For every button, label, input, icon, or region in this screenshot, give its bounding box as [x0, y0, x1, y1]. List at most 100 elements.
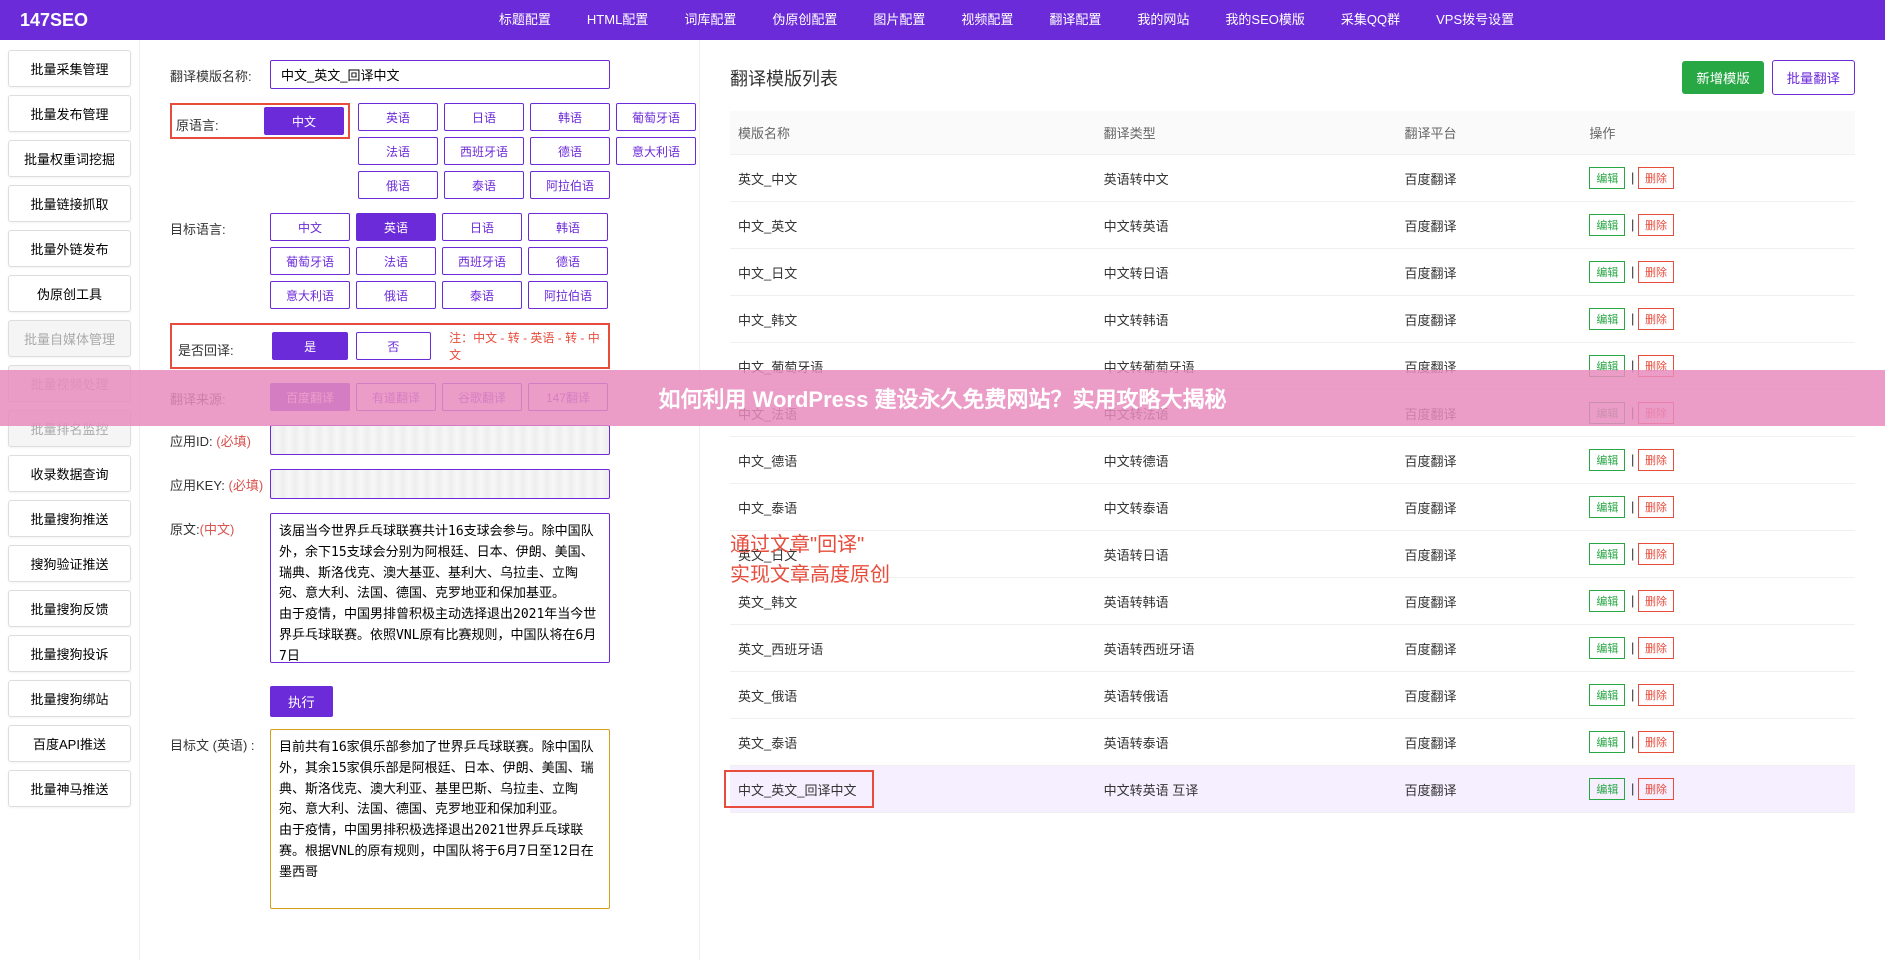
delete-button[interactable]: 删除 — [1638, 355, 1674, 377]
table-row: 中文_法语中文转法语百度翻译编辑 | 删除 — [730, 390, 1855, 437]
topnav-item[interactable]: 图片配置 — [855, 0, 943, 40]
target-lang-option[interactable]: 日语 — [442, 213, 522, 241]
template-table: 模版名称翻译类型翻译平台操作 英文_中文英语转中文百度翻译编辑 | 删除中文_英… — [730, 111, 1855, 813]
app-id-input[interactable] — [270, 425, 610, 455]
target-lang-option[interactable]: 法语 — [356, 247, 436, 275]
edit-button[interactable]: 编辑 — [1589, 214, 1625, 236]
topnav-item[interactable]: HTML配置 — [569, 0, 666, 40]
edit-button[interactable]: 编辑 — [1589, 308, 1625, 330]
edit-button[interactable]: 编辑 — [1589, 684, 1625, 706]
delete-button[interactable]: 删除 — [1638, 684, 1674, 706]
topnav-item[interactable]: 我的SEO模版 — [1207, 0, 1322, 40]
sidebar-item[interactable]: 批量权重词挖掘 — [8, 140, 131, 177]
topnav-item[interactable]: 视频配置 — [943, 0, 1031, 40]
source-lang-option[interactable]: 法语 — [358, 137, 438, 165]
sidebar-item[interactable]: 批量采集管理 — [8, 50, 131, 87]
source-lang-option[interactable]: 泰语 — [444, 171, 524, 199]
edit-button[interactable]: 编辑 — [1589, 778, 1625, 800]
sidebar-item[interactable]: 批量搜狗反馈 — [8, 590, 131, 627]
target-textarea[interactable] — [270, 729, 610, 909]
delete-button[interactable]: 删除 — [1638, 543, 1674, 565]
source-lang-option[interactable]: 日语 — [444, 103, 524, 131]
sidebar-item[interactable]: 伪原创工具 — [8, 275, 131, 312]
edit-button[interactable]: 编辑 — [1589, 261, 1625, 283]
edit-button[interactable]: 编辑 — [1589, 731, 1625, 753]
topnav-item[interactable]: 伪原创配置 — [754, 0, 855, 40]
sidebar-item[interactable]: 批量搜狗推送 — [8, 500, 131, 537]
edit-button[interactable]: 编辑 — [1589, 167, 1625, 189]
translate-source-option[interactable]: 谷歌翻译 — [442, 383, 522, 411]
source-lang-option[interactable]: 葡萄牙语 — [616, 103, 696, 131]
app-key-input[interactable] — [270, 469, 610, 499]
topnav-item[interactable]: 翻译配置 — [1031, 0, 1119, 40]
orig-textarea[interactable] — [270, 513, 610, 663]
source-lang-option[interactable]: 德语 — [530, 137, 610, 165]
template-name-input[interactable] — [270, 60, 610, 89]
sidebar-item[interactable]: 批量发布管理 — [8, 95, 131, 132]
topnav-item[interactable]: 采集QQ群 — [1323, 0, 1418, 40]
delete-button[interactable]: 删除 — [1638, 308, 1674, 330]
target-lang-option[interactable]: 葡萄牙语 — [270, 247, 350, 275]
source-lang-option[interactable]: 意大利语 — [616, 137, 696, 165]
delete-button[interactable]: 删除 — [1638, 402, 1674, 424]
sidebar-item[interactable]: 搜狗验证推送 — [8, 545, 131, 582]
edit-button[interactable]: 编辑 — [1589, 543, 1625, 565]
sidebar-item[interactable]: 百度API推送 — [8, 725, 131, 762]
table-header: 模版名称 — [730, 111, 1096, 155]
translate-source-option[interactable]: 147翻译 — [528, 383, 608, 411]
target-lang-option[interactable]: 泰语 — [442, 281, 522, 309]
batch-translate-button[interactable]: 批量翻译 — [1772, 60, 1855, 95]
edit-button[interactable]: 编辑 — [1589, 449, 1625, 471]
edit-button[interactable]: 编辑 — [1589, 590, 1625, 612]
translate-source-option[interactable]: 有道翻译 — [356, 383, 436, 411]
target-lang-option[interactable]: 德语 — [528, 247, 608, 275]
sidebar-item[interactable]: 批量搜狗绑站 — [8, 680, 131, 717]
delete-button[interactable]: 删除 — [1638, 778, 1674, 800]
delete-button[interactable]: 删除 — [1638, 637, 1674, 659]
source-lang-active[interactable]: 中文 — [264, 107, 344, 135]
delete-button[interactable]: 删除 — [1638, 167, 1674, 189]
delete-button[interactable]: 删除 — [1638, 214, 1674, 236]
table-header: 操作 — [1581, 111, 1855, 155]
delete-button[interactable]: 删除 — [1638, 496, 1674, 518]
sidebar-item: 批量视频处理 — [8, 365, 131, 402]
delete-button[interactable]: 删除 — [1638, 449, 1674, 471]
source-lang-option[interactable]: 阿拉伯语 — [530, 171, 610, 199]
execute-button[interactable]: 执行 — [270, 686, 333, 717]
target-text-label: 目标文 (英语) : — [170, 729, 270, 754]
sidebar-item[interactable]: 批量链接抓取 — [8, 185, 131, 222]
target-lang-option[interactable]: 意大利语 — [270, 281, 350, 309]
translate-source-option[interactable]: 百度翻译 — [270, 383, 350, 411]
source-lang-option[interactable]: 英语 — [358, 103, 438, 131]
target-lang-option[interactable]: 中文 — [270, 213, 350, 241]
topnav-item[interactable]: 我的网站 — [1119, 0, 1207, 40]
edit-button[interactable]: 编辑 — [1589, 637, 1625, 659]
edit-button[interactable]: 编辑 — [1589, 496, 1625, 518]
topnav-item[interactable]: VPS拨号设置 — [1418, 0, 1532, 40]
source-lang-option[interactable]: 俄语 — [358, 171, 438, 199]
target-lang-option[interactable]: 英语 — [356, 213, 436, 241]
logo: 147SEO — [20, 10, 88, 31]
main-area: 翻译模版名称: 原语言: 中文 英语日语韩语葡萄牙语法语西班牙语德语意大利语俄语… — [140, 40, 1885, 960]
topnav-item[interactable]: 词库配置 — [666, 0, 754, 40]
target-lang-option[interactable]: 俄语 — [356, 281, 436, 309]
source-lang-option[interactable]: 韩语 — [530, 103, 610, 131]
target-lang-option[interactable]: 阿拉伯语 — [528, 281, 608, 309]
delete-button[interactable]: 删除 — [1638, 731, 1674, 753]
edit-button[interactable]: 编辑 — [1589, 402, 1625, 424]
add-template-button[interactable]: 新增模版 — [1682, 61, 1763, 94]
delete-button[interactable]: 删除 — [1638, 590, 1674, 612]
source-lang-option[interactable]: 西班牙语 — [444, 137, 524, 165]
sidebar-item[interactable]: 收录数据查询 — [8, 455, 131, 492]
back-no-button[interactable]: 否 — [356, 332, 431, 360]
sidebar-item[interactable]: 批量外链发布 — [8, 230, 131, 267]
topnav-item[interactable]: 标题配置 — [481, 0, 569, 40]
sidebar-item[interactable]: 批量搜狗投诉 — [8, 635, 131, 672]
back-yes-button[interactable]: 是 — [272, 332, 347, 360]
target-lang-option[interactable]: 西班牙语 — [442, 247, 522, 275]
table-row: 中文_韩文中文转韩语百度翻译编辑 | 删除 — [730, 296, 1855, 343]
target-lang-option[interactable]: 韩语 — [528, 213, 608, 241]
sidebar-item[interactable]: 批量神马推送 — [8, 770, 131, 807]
edit-button[interactable]: 编辑 — [1589, 355, 1625, 377]
delete-button[interactable]: 删除 — [1638, 261, 1674, 283]
